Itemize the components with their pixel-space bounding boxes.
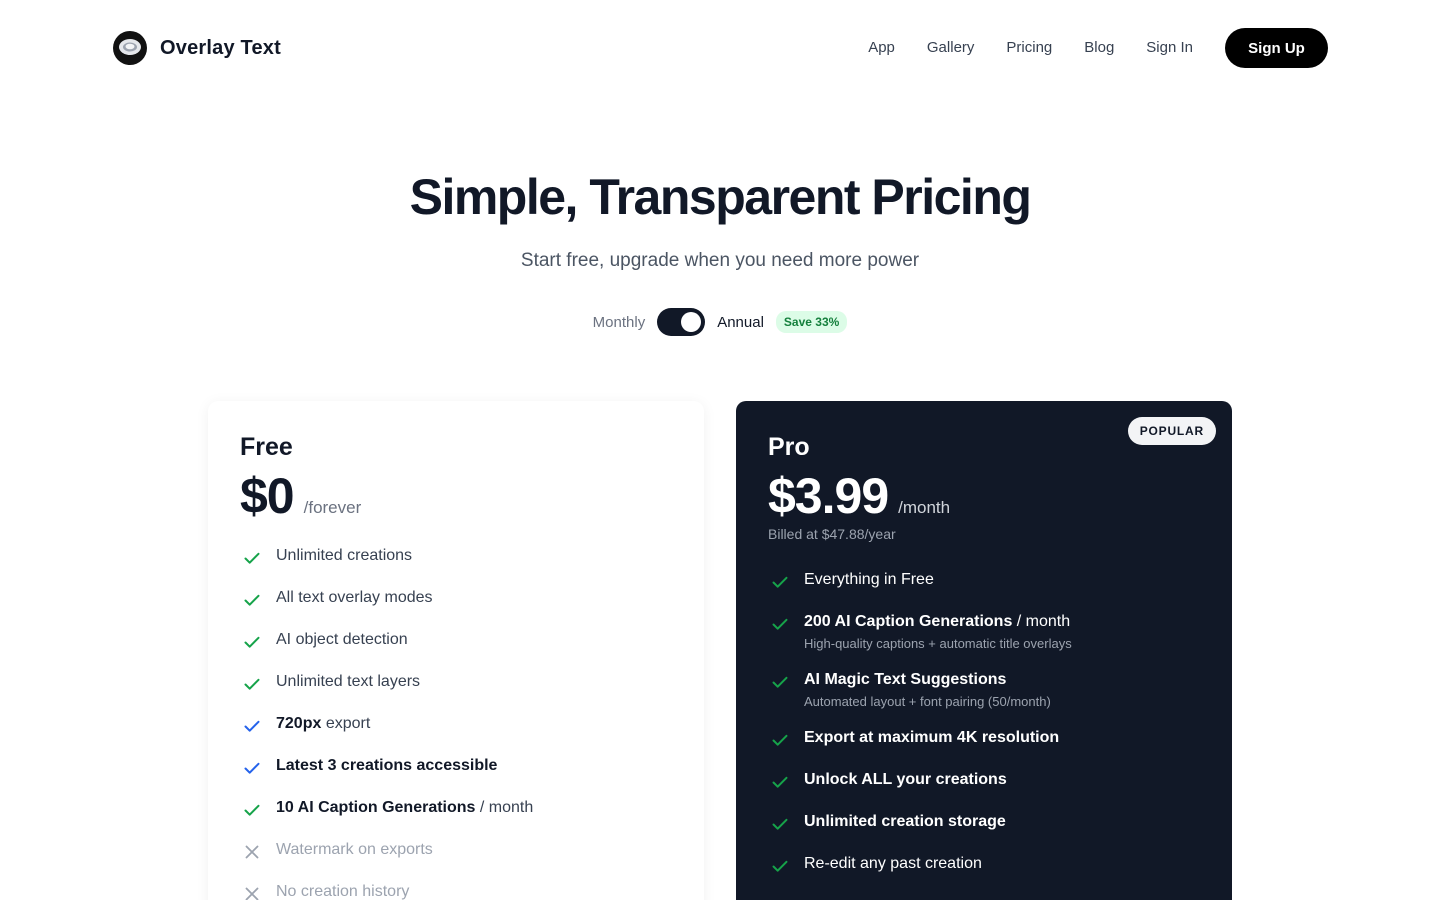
- page-title: Simple, Transparent Pricing: [409, 169, 1032, 225]
- feature-item: Unlimited text layers: [240, 671, 533, 713]
- feature-highlight: Unlock ALL your creations: [804, 771, 1007, 788]
- nav-link-sign-in[interactable]: Sign In: [1146, 28, 1193, 68]
- feature-highlight: Export at maximum 4K resolution: [804, 729, 1060, 746]
- feature-item: Unlimited creations: [240, 545, 533, 587]
- billing-toggle[interactable]: [657, 308, 706, 336]
- check-icon: [770, 856, 790, 876]
- plan-period: /forever: [303, 498, 362, 517]
- feature-item: Everything in Free: [768, 569, 1072, 611]
- feature-text: No creation history: [276, 883, 410, 900]
- billing-toggle-row: Monthly Annual Save 33%: [0, 308, 1440, 336]
- check-icon: [242, 632, 262, 652]
- feature-text: export: [321, 715, 371, 732]
- check-icon: [770, 814, 790, 834]
- monthly-label[interactable]: Monthly: [593, 314, 646, 331]
- feature-item: No creation history: [240, 881, 533, 900]
- feature-item: 200 AI Caption Generations / month High-q…: [768, 611, 1072, 669]
- feature-text: Re-edit any past creation: [804, 855, 982, 872]
- nav-link-app[interactable]: App: [868, 28, 895, 68]
- feature-item: All text overlay modes: [240, 587, 533, 629]
- check-icon: [242, 800, 262, 820]
- toggle-knob: [681, 312, 702, 332]
- logo-icon: [113, 31, 147, 65]
- feature-text: Unlimited creations: [276, 547, 413, 564]
- check-icon: [770, 572, 790, 592]
- plan-price: $3.99: [768, 468, 889, 524]
- feature-highlight: Latest 3 creations accessible: [276, 757, 498, 774]
- feature-item: Re-edit any past creation: [768, 853, 1072, 895]
- check-icon: [770, 730, 790, 750]
- feature-highlight: AI Magic Text Suggestions: [804, 671, 1007, 688]
- feature-item: Unlimited creation storage: [768, 811, 1072, 853]
- cross-icon: [242, 884, 262, 900]
- plan-price: $0: [240, 468, 295, 524]
- feature-item: AI Magic Text Suggestions Automated layou…: [768, 669, 1072, 727]
- check-icon: [242, 590, 262, 610]
- check-icon: [770, 672, 790, 692]
- feature-subtext: High-quality captions + automatic title …: [804, 636, 1072, 651]
- feature-item: AI object detection: [240, 629, 533, 671]
- plan-card-pro: POPULAR Pro $3.99 /month Billed at $47.8…: [736, 401, 1232, 900]
- check-blue-icon: [242, 758, 262, 778]
- check-icon: [242, 674, 262, 694]
- feature-highlight: Unlimited creation storage: [804, 813, 1006, 830]
- plan-name: Pro: [768, 433, 810, 461]
- check-icon: [242, 548, 262, 568]
- feature-highlight: 720px: [276, 715, 322, 732]
- price-row: $0 /forever: [240, 467, 361, 525]
- feature-text: All text overlay modes: [276, 589, 433, 606]
- check-blue-icon: [242, 716, 262, 736]
- feature-subtext: Automated layout + font pairing (50/mont…: [804, 694, 1051, 709]
- plan-name: Free: [240, 433, 293, 461]
- feature-text: AI object detection: [276, 631, 408, 648]
- feature-text: / month: [475, 799, 534, 816]
- page-subtitle: Start free, upgrade when you need more p…: [520, 250, 920, 271]
- price-row: $3.99 /month: [768, 467, 950, 525]
- popular-badge: POPULAR: [1127, 417, 1216, 445]
- feature-item: Export at maximum 4K resolution: [768, 727, 1072, 769]
- feature-item: 10 AI Caption Generations / month: [240, 797, 533, 839]
- nav-link-gallery[interactable]: Gallery: [927, 28, 975, 68]
- feature-item: Watermark on exports: [240, 839, 533, 881]
- plan-card-free: Free $0 /forever Unlimited creations All …: [208, 401, 704, 900]
- plan-period: /month: [898, 498, 951, 517]
- brand-name: Overlay Text: [160, 36, 281, 59]
- feature-highlight: 200 AI Caption Generations: [804, 613, 1013, 630]
- feature-item: 720px export: [240, 713, 533, 755]
- nav-links: App Gallery Pricing Blog Sign In Sign Up: [868, 28, 1328, 68]
- feature-text: Everything in Free: [804, 571, 934, 588]
- brand[interactable]: Overlay Text: [112, 30, 281, 66]
- feature-item: Latest 3 creations accessible: [240, 755, 533, 797]
- feature-text: Watermark on exports: [276, 841, 433, 858]
- nav-link-pricing[interactable]: Pricing: [1006, 28, 1052, 68]
- feature-text: / month: [1012, 613, 1071, 630]
- feature-list: Everything in Free 200 AI Caption Generat…: [768, 569, 1072, 900]
- save-badge: Save 33%: [775, 311, 848, 333]
- feature-text: Unlimited text layers: [276, 673, 421, 690]
- feature-item: [768, 895, 1072, 900]
- nav-link-blog[interactable]: Blog: [1084, 28, 1114, 68]
- check-icon: [770, 614, 790, 634]
- cross-icon: [242, 842, 262, 862]
- check-icon: [770, 772, 790, 792]
- sign-up-button[interactable]: Sign Up: [1225, 28, 1328, 68]
- annual-label[interactable]: Annual: [717, 314, 764, 331]
- feature-item: Unlock ALL your creations: [768, 769, 1072, 811]
- feature-highlight: 10 AI Caption Generations: [276, 799, 476, 816]
- billed-note: Billed at $47.88/year: [768, 526, 896, 542]
- top-nav: Overlay Text App Gallery Pricing Blog Si…: [0, 0, 1440, 96]
- feature-list: Unlimited creations All text overlay mode…: [240, 545, 533, 900]
